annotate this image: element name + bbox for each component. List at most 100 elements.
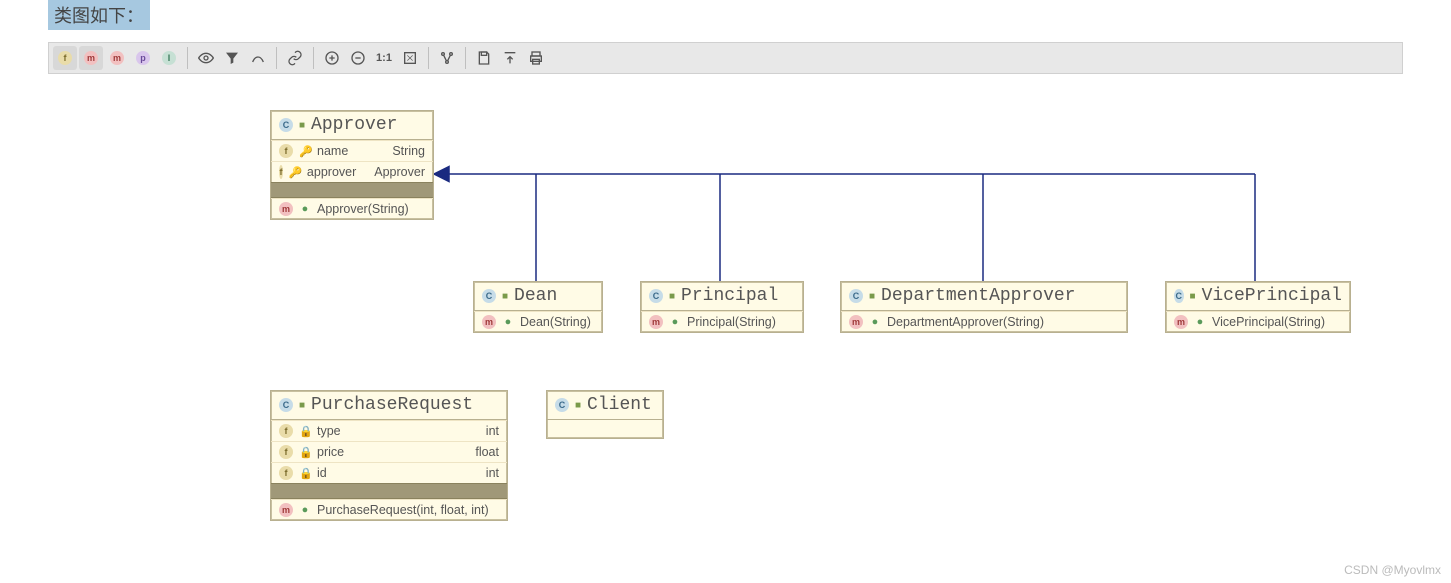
field-icon: f xyxy=(58,51,72,65)
public-icon: ● xyxy=(502,316,514,328)
method-sig: DepartmentApprover(String) xyxy=(887,315,1044,329)
export-icon xyxy=(502,50,518,66)
package-icon: ■ xyxy=(1190,291,1196,302)
class-icon: C xyxy=(649,289,663,303)
method-sig: Approver(String) xyxy=(317,202,409,216)
zoom-in-button[interactable] xyxy=(320,46,344,70)
public-icon: ● xyxy=(669,316,681,328)
field-icon: f xyxy=(279,466,293,480)
inner-class-icon: I xyxy=(162,51,176,65)
private-icon: 🔒 xyxy=(299,446,311,459)
zoom-out-button[interactable] xyxy=(346,46,370,70)
eye-icon xyxy=(198,50,214,66)
field-type: int xyxy=(474,466,499,480)
field-name: name xyxy=(317,144,348,158)
save-icon xyxy=(476,50,492,66)
class-name: Client xyxy=(587,395,652,415)
class-department-approver[interactable]: C■ DepartmentApprover m● DepartmentAppro… xyxy=(840,281,1128,333)
class-icon: C xyxy=(849,289,863,303)
property-icon: p xyxy=(136,51,150,65)
package-icon: ■ xyxy=(575,400,581,411)
layout-button[interactable] xyxy=(435,46,459,70)
method-icon: m xyxy=(482,315,496,329)
fit-icon xyxy=(402,50,418,66)
field-icon: f xyxy=(279,144,293,158)
field-name: approver xyxy=(307,165,356,179)
toolbar: f m m p I 1:1 xyxy=(48,42,1403,74)
separator xyxy=(313,47,314,69)
funnel-icon xyxy=(224,50,240,66)
separator xyxy=(187,47,188,69)
header-highlight: 类图如下： xyxy=(48,0,150,30)
field-type: int xyxy=(474,424,499,438)
private-icon: 🔒 xyxy=(299,425,311,438)
dependencies-button[interactable] xyxy=(246,46,270,70)
class-name: Dean xyxy=(514,286,557,306)
print-button[interactable] xyxy=(524,46,548,70)
field-type: String xyxy=(380,144,425,158)
class-icon: C xyxy=(1174,289,1184,303)
method-icon: m xyxy=(849,315,863,329)
separator xyxy=(276,47,277,69)
class-principal[interactable]: C■ Principal m● Principal(String) xyxy=(640,281,804,333)
diagram-canvas[interactable]: C ■ Approver f 🔑 name String f 🔑 approver A… xyxy=(48,74,1403,554)
field-name: price xyxy=(317,445,344,459)
filter-properties-button[interactable]: p xyxy=(131,46,155,70)
private-icon: 🔒 xyxy=(299,467,311,480)
method-icon: m xyxy=(279,202,293,216)
filter-constructors-button[interactable]: m xyxy=(79,46,103,70)
method-sig: Dean(String) xyxy=(520,315,591,329)
field-type: Approver xyxy=(362,165,425,179)
class-client[interactable]: C ■ Client xyxy=(546,390,664,439)
class-purchase-request[interactable]: C■ PurchaseRequest f🔒 type int f🔒 price … xyxy=(270,390,508,521)
field-icon: f xyxy=(279,424,293,438)
package-icon: ■ xyxy=(869,291,875,302)
method-icon: m xyxy=(1174,315,1188,329)
method-sig: VicePrincipal(String) xyxy=(1212,315,1325,329)
class-name: VicePrincipal xyxy=(1202,286,1342,306)
separator xyxy=(428,47,429,69)
fit-content-button[interactable] xyxy=(398,46,422,70)
class-dean[interactable]: C ■ Dean m ● Dean(String) xyxy=(473,281,603,333)
save-button[interactable] xyxy=(472,46,496,70)
field-icon: f xyxy=(279,445,293,459)
package-icon: ■ xyxy=(502,291,508,302)
class-approver[interactable]: C ■ Approver f 🔑 name String f 🔑 approver A… xyxy=(270,110,434,220)
filter-fields-button[interactable]: f xyxy=(53,46,77,70)
filter-methods-button[interactable]: m xyxy=(105,46,129,70)
export-button[interactable] xyxy=(498,46,522,70)
link-button[interactable] xyxy=(283,46,307,70)
class-name: Approver xyxy=(311,115,397,135)
class-icon: C xyxy=(279,398,293,412)
visibility-button[interactable] xyxy=(194,46,218,70)
filter-inner-button[interactable]: I xyxy=(157,46,181,70)
class-icon: C xyxy=(279,118,293,132)
class-icon: C xyxy=(555,398,569,412)
actual-size-button[interactable]: 1:1 xyxy=(372,46,396,70)
zoom-in-icon xyxy=(324,50,340,66)
package-icon: ■ xyxy=(669,291,675,302)
field-name: id xyxy=(317,466,327,480)
field-name: type xyxy=(317,424,341,438)
protected-icon: 🔑 xyxy=(289,166,301,179)
class-name: DepartmentApprover xyxy=(881,286,1075,306)
method-icon: m xyxy=(649,315,663,329)
package-icon: ■ xyxy=(299,400,305,411)
method-icon: m xyxy=(110,51,124,65)
print-icon xyxy=(528,50,544,66)
protected-icon: 🔑 xyxy=(299,145,311,158)
class-icon: C xyxy=(482,289,496,303)
zoom-out-icon xyxy=(350,50,366,66)
one-to-one-icon: 1:1 xyxy=(376,52,392,64)
public-icon: ● xyxy=(299,504,311,516)
watermark: CSDN @Myovlmx xyxy=(1344,563,1441,577)
filter-button[interactable] xyxy=(220,46,244,70)
package-icon: ■ xyxy=(299,120,305,131)
section-separator xyxy=(271,182,433,198)
field-type: float xyxy=(463,445,499,459)
class-vice-principal[interactable]: C■ VicePrincipal m● VicePrincipal(String… xyxy=(1165,281,1351,333)
class-name: Principal xyxy=(681,286,778,306)
field-icon: f xyxy=(279,165,283,179)
method-sig: PurchaseRequest(int, float, int) xyxy=(317,503,489,517)
method-star-icon: m xyxy=(84,51,98,65)
